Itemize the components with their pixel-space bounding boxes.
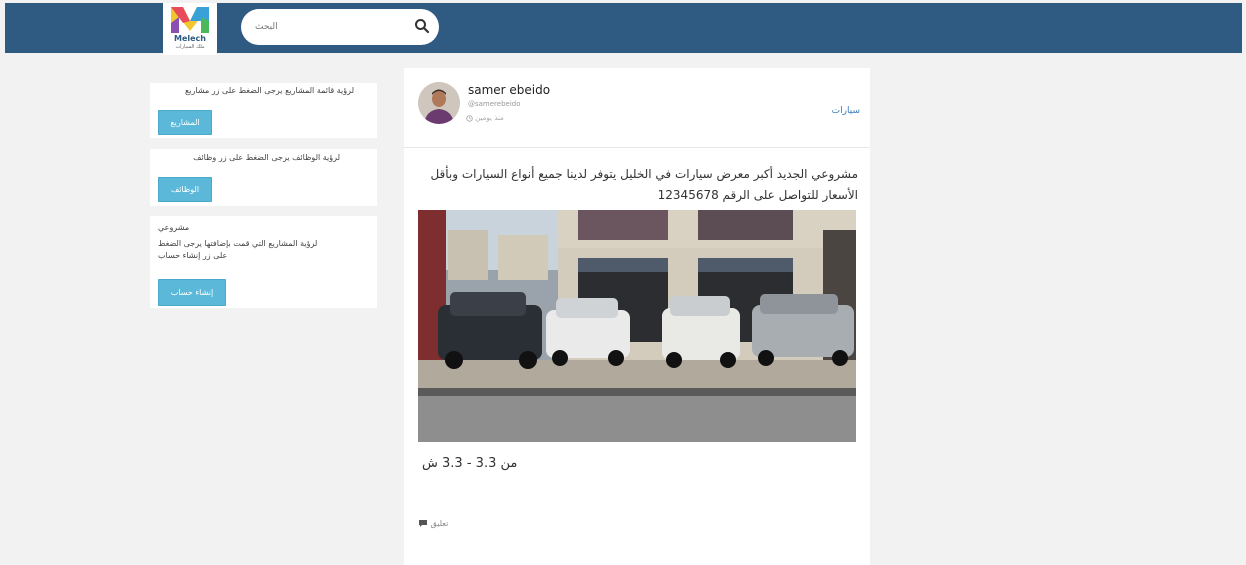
- clock-icon: [466, 114, 473, 122]
- post-author-name[interactable]: samer ebeido: [468, 83, 550, 97]
- site-logo[interactable]: Melech ملك السيارات: [163, 3, 217, 55]
- search-input[interactable]: [255, 18, 405, 36]
- person-avatar-icon: [418, 82, 460, 124]
- top-navbar: Melech ملك السيارات: [5, 3, 1242, 55]
- post-body-text: مشروعي الجديد أكبر معرض سيارات في الخليل…: [430, 167, 858, 202]
- car-showroom-photo: [418, 210, 856, 442]
- jobs-button[interactable]: الوظائف: [158, 177, 212, 202]
- post-category-link[interactable]: سيارات: [832, 106, 860, 116]
- post-card: samer ebeido @samerebeido منذ يومين سيار…: [404, 68, 870, 565]
- sidebar-card-text: لرؤية الوظائف يرجى الضغط على زر وظائف: [193, 153, 340, 162]
- sidebar-card-text: لرؤية قائمة المشاريع يرجى الضغط على زر م…: [185, 86, 354, 95]
- comment-icon: [419, 520, 427, 527]
- sidebar-card-title: مشروعي: [158, 223, 190, 232]
- search-box[interactable]: [241, 9, 439, 45]
- logo-text: Melech: [174, 34, 206, 43]
- post-image[interactable]: [418, 210, 856, 442]
- logo-subtext: ملك السيارات: [175, 44, 205, 50]
- sidebar-card-jobs: لرؤية الوظائف يرجى الضغط على زر وظائف ال…: [150, 149, 377, 206]
- post-note: من 3.3 - 3.3 ش: [422, 456, 518, 471]
- post-divider: [404, 147, 870, 148]
- comments-link[interactable]: تعليق: [418, 519, 448, 528]
- comments-label: تعليق: [430, 519, 449, 528]
- sidebar-card-projects: لرؤية قائمة المشاريع يرجى الضغط على زر م…: [150, 83, 377, 138]
- sidebar-card-text: لرؤية المشاريع التي قمت بإضافتها يرجى ال…: [158, 239, 318, 260]
- car-white-pickup: [662, 296, 740, 368]
- sidebar-card-my-project: مشروعي لرؤية المشاريع التي قمت بإضافتها …: [150, 216, 377, 308]
- post-author-handle: @samerebeido: [468, 100, 521, 108]
- create-account-button[interactable]: إنشاء حساب: [158, 279, 226, 306]
- car-white-suv: [546, 298, 630, 366]
- search-icon[interactable]: [414, 18, 430, 34]
- logo-m-icon: [171, 7, 209, 33]
- author-avatar[interactable]: [418, 82, 460, 124]
- post-time: منذ يومين: [466, 114, 504, 122]
- projects-button[interactable]: المشاريع: [158, 110, 212, 135]
- post-time-text: منذ يومين: [475, 114, 504, 122]
